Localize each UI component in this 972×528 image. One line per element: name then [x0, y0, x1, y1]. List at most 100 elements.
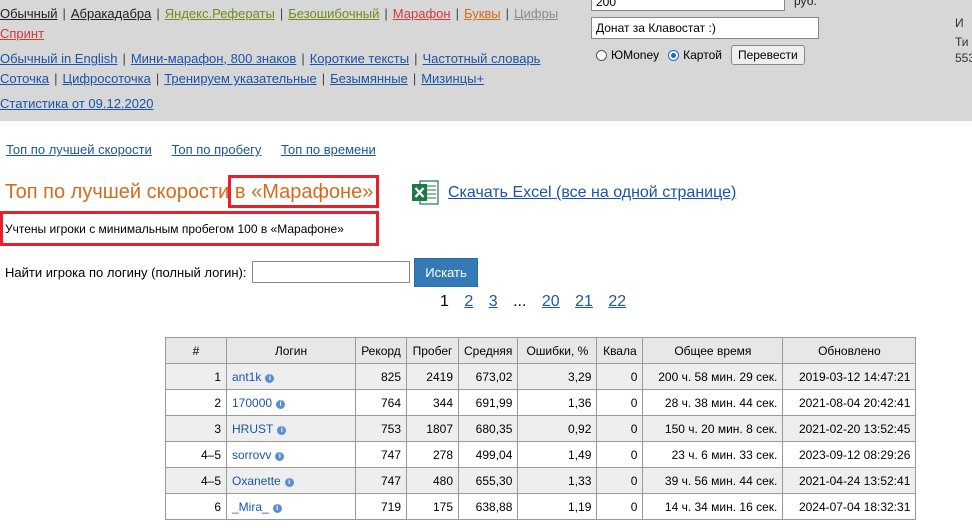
- cell-errors: 1,36: [517, 389, 598, 416]
- nav-link-mode[interactable]: Короткие тексты: [310, 51, 409, 66]
- cell-average: 673,02: [457, 363, 519, 390]
- nav-link-mode[interactable]: Цифросоточка: [62, 71, 150, 86]
- info-icon[interactable]: i: [284, 477, 294, 487]
- payment-radio-card[interactable]: [668, 49, 680, 61]
- cell-rank: 3: [165, 415, 227, 442]
- info-icon[interactable]: i: [277, 425, 287, 435]
- cell-average: 691,99: [457, 389, 519, 416]
- nav-separator: |: [62, 6, 66, 21]
- payment-radio-yoomoney[interactable]: [596, 49, 607, 61]
- cell-record: 764: [355, 389, 407, 416]
- cell-updated: 2021-04-24 13:52:41: [782, 467, 917, 494]
- info-icon[interactable]: i: [275, 451, 285, 461]
- info-icon[interactable]: i: [272, 503, 282, 513]
- cell-login: _Mira_ i: [226, 493, 356, 520]
- col-header-rank: #: [165, 337, 227, 364]
- player-login-link[interactable]: _Mira_: [232, 500, 269, 514]
- search-button[interactable]: Искать: [414, 258, 478, 287]
- player-login-link[interactable]: Oxanette: [232, 474, 281, 488]
- donate-message-field[interactable]: Донат за Клавостат :): [591, 17, 819, 39]
- header-panel: Обычный | Абракадабра | Яндекс.Рефераты | Безо…: [0, 0, 972, 121]
- tab-best-speed[interactable]: Топ по лучшей скорости: [6, 142, 152, 157]
- player-login-link[interactable]: HRUST: [232, 422, 273, 436]
- cell-rank: 1: [165, 363, 227, 390]
- download-excel-link[interactable]: Скачать Excel (все на одной странице): [448, 184, 736, 202]
- nav-link-mode[interactable]: Обычный: [0, 6, 57, 21]
- cell-errors: 3,29: [517, 363, 598, 390]
- side-text-line-3: 553: [955, 51, 972, 65]
- nav-separator: |: [384, 6, 388, 21]
- nav-link-mode[interactable]: Мизинцы+: [421, 71, 484, 86]
- login-search-input[interactable]: [252, 261, 410, 283]
- transfer-button[interactable]: Перевести: [730, 45, 805, 65]
- nav-separator: |: [156, 6, 160, 21]
- info-icon[interactable]: i: [276, 399, 286, 409]
- cell-mileage: 1807: [406, 415, 459, 442]
- cell-average: 499,04: [457, 441, 519, 468]
- cell-rank: 6: [165, 493, 227, 520]
- player-login-link[interactable]: sorrovv: [232, 448, 271, 462]
- cell-mileage: 2419: [406, 363, 459, 390]
- nav-link-mode[interactable]: Буквы: [464, 6, 501, 21]
- nav-link-mode[interactable]: Статистика от 09.12.2020: [0, 96, 153, 111]
- cell-record: 753: [355, 415, 407, 442]
- page-current: 1: [440, 293, 449, 310]
- cell-login: Oxanette i: [226, 467, 356, 494]
- table-header-row: # Логин Рекорд Пробег Средняя Ошибки, % …: [165, 337, 917, 364]
- col-header-total-time: Общее время: [642, 337, 784, 364]
- cell-updated: 2024-07-04 18:32:31: [782, 493, 917, 520]
- top-tabs: Топ по лучшей скорости Топ по пробегу То…: [6, 142, 392, 157]
- nav-link-mode[interactable]: Марафон: [393, 6, 451, 21]
- tab-time[interactable]: Топ по времени: [281, 142, 376, 157]
- nav-link-mode[interactable]: Абракадабра: [71, 6, 152, 21]
- donate-amount-field[interactable]: 200: [591, 0, 785, 11]
- cell-record: 719: [355, 493, 407, 520]
- table-row: 4–5 sorrovv i 747 278 499,04 1,49 0 23 ч. 6 мин.…: [165, 441, 917, 468]
- mode-nav-row-4: Статистика от 09.12.2020: [0, 96, 153, 112]
- cell-mileage: 175: [406, 493, 459, 520]
- cell-average: 638,88: [457, 493, 519, 520]
- nav-link-mode[interactable]: Частотный словарь: [423, 51, 541, 66]
- col-header-qual: Квала: [596, 337, 644, 364]
- col-header-mileage: Пробег: [406, 337, 459, 364]
- cell-total-time: 23 ч. 6 мин. 33 сек.: [642, 441, 784, 468]
- nav-separator: |: [122, 51, 126, 66]
- payment-method-group: ЮMoney Картой Перевести: [596, 45, 805, 65]
- cell-login: ant1k i: [226, 363, 356, 390]
- page-link-21[interactable]: 21: [575, 293, 593, 310]
- cell-errors: 1,33: [517, 467, 598, 494]
- cell-average: 680,35: [457, 415, 519, 442]
- cell-qual: 0: [596, 467, 644, 494]
- nav-link-mode[interactable]: Безошибочный: [288, 6, 379, 21]
- nav-link-mode[interactable]: Мини-марафон, 800 знаков: [131, 51, 296, 66]
- search-label: Найти игрока по логину (полный логин):: [5, 265, 247, 280]
- page-link-22[interactable]: 22: [608, 293, 626, 310]
- page-link-3[interactable]: 3: [489, 293, 498, 310]
- nav-link-mode[interactable]: Безымянные: [330, 71, 408, 86]
- nav-separator: |: [455, 6, 459, 21]
- page-link-20[interactable]: 20: [542, 293, 560, 310]
- cell-record: 747: [355, 467, 407, 494]
- cell-updated: 2021-08-04 20:42:41: [782, 389, 917, 416]
- nav-link-mode[interactable]: Цифры: [514, 6, 558, 21]
- nav-link-mode[interactable]: Обычный in English: [0, 51, 117, 66]
- player-login-link[interactable]: ant1k: [232, 370, 261, 384]
- nav-link-mode[interactable]: Тренируем указательные: [164, 71, 317, 86]
- payment-label-yoomoney: ЮMoney: [611, 48, 660, 62]
- page-link-2[interactable]: 2: [464, 293, 473, 310]
- nav-separator: |: [54, 71, 58, 86]
- cell-login: sorrovv i: [226, 441, 356, 468]
- cell-login: 170000 i: [226, 389, 356, 416]
- table-row: 6 _Mira_ i 719 175 638,88 1,19 0 14 ч. 34 мин. 1…: [165, 493, 917, 520]
- table-row: 2 170000 i 764 344 691,99 1,36 0 28 ч. 38 мин. 4…: [165, 389, 917, 416]
- nav-separator: |: [155, 71, 160, 86]
- info-icon[interactable]: i: [265, 373, 275, 383]
- tab-mileage[interactable]: Топ по пробегу: [171, 142, 261, 157]
- nav-link-mode[interactable]: Спринт: [0, 26, 44, 41]
- nav-link-mode[interactable]: Яндекс.Рефераты: [165, 6, 275, 21]
- nav-link-mode[interactable]: Соточка: [0, 71, 49, 86]
- cell-mileage: 344: [406, 389, 459, 416]
- cell-qual: 0: [596, 493, 644, 520]
- player-login-link[interactable]: 170000: [232, 396, 272, 410]
- cell-errors: 1,49: [517, 441, 598, 468]
